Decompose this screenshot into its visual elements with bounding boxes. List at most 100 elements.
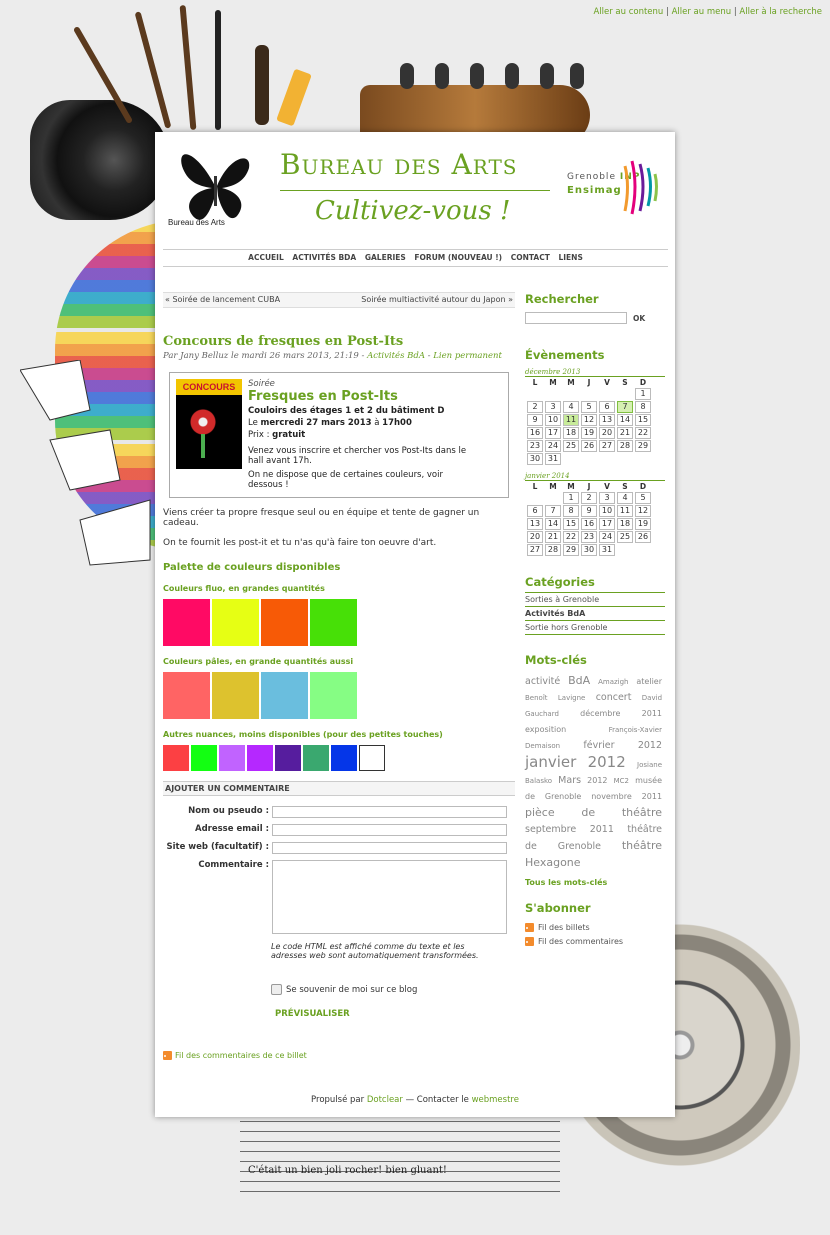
post-title[interactable]: Concours de fresques en Post-Its: [163, 334, 515, 349]
calendar-day[interactable]: 5: [635, 492, 651, 504]
calendar-day[interactable]: 9: [527, 414, 543, 426]
tag-link[interactable]: Amazigh: [598, 678, 628, 686]
post-category-link[interactable]: Activités BdA: [367, 351, 425, 361]
calendar-day[interactable]: 22: [563, 531, 579, 543]
calendar-day[interactable]: 27: [527, 544, 543, 556]
calendar-day[interactable]: 10: [599, 505, 615, 517]
calendar-day[interactable]: 14: [545, 518, 561, 530]
calendar-day[interactable]: 7: [545, 505, 561, 517]
calendar-day[interactable]: 5: [581, 401, 597, 413]
calendar-day[interactable]: 16: [581, 518, 597, 530]
permalink-link[interactable]: Lien permanent: [433, 351, 502, 361]
tag-link[interactable]: Lavigne: [558, 694, 585, 702]
calendar-day[interactable]: 12: [635, 505, 651, 517]
calendar-day[interactable]: 31: [545, 453, 561, 465]
calendar-day[interactable]: 30: [527, 453, 543, 465]
posts-feed-link[interactable]: Fil des billets: [538, 923, 590, 932]
tag-link[interactable]: Grenoble: [545, 792, 581, 801]
nav-item-accueil[interactable]: ACCUEIL: [248, 253, 284, 262]
tag-link[interactable]: février: [583, 740, 614, 751]
calendar-day[interactable]: 18: [617, 518, 633, 530]
calendar-day[interactable]: 20: [527, 531, 543, 543]
tag-link[interactable]: David: [642, 694, 662, 702]
calendar-day[interactable]: 23: [581, 531, 597, 543]
tag-link[interactable]: Josiane: [637, 761, 662, 769]
nav-item-liens[interactable]: LIENS: [558, 253, 582, 262]
calendar-day[interactable]: 26: [635, 531, 651, 543]
calendar-day[interactable]: 8: [635, 401, 651, 413]
nav-item-forum[interactable]: FORUM (NOUVEAU !): [414, 253, 502, 262]
next-post-link[interactable]: Soirée multiactivité autour du Japon »: [361, 293, 513, 307]
calendar-day[interactable]: 13: [527, 518, 543, 530]
calendar-day[interactable]: 13: [599, 414, 615, 426]
calendar-day[interactable]: 2: [581, 492, 597, 504]
tag-link[interactable]: théâtre: [622, 806, 662, 819]
tag-link[interactable]: de: [581, 806, 595, 819]
calendar-day[interactable]: 24: [599, 531, 615, 543]
category-link[interactable]: Sortie hors Grenoble: [525, 621, 665, 635]
calendar-day[interactable]: 19: [581, 427, 597, 439]
tag-link[interactable]: Demaison: [525, 742, 560, 750]
nav-item-activites[interactable]: ACTIVITÉS BDA: [292, 253, 356, 262]
preview-button[interactable]: PRÉVISUALISER: [275, 1009, 515, 1019]
calendar-day[interactable]: 20: [599, 427, 615, 439]
tag-link[interactable]: Grenoble: [558, 841, 601, 852]
post-comments-feed-link[interactable]: Fil des commentaires de ce billet: [175, 1051, 307, 1060]
calendar-day[interactable]: 24: [545, 440, 561, 452]
calendar-day[interactable]: 11: [563, 414, 579, 426]
calendar-day[interactable]: 4: [563, 401, 579, 413]
calendar-day[interactable]: 1: [563, 492, 579, 504]
tag-link[interactable]: activité: [525, 676, 560, 687]
tag-link[interactable]: septembre: [525, 824, 576, 835]
tag-link[interactable]: 2012: [587, 776, 607, 785]
calendar-day[interactable]: 3: [599, 492, 615, 504]
tag-link[interactable]: exposition: [525, 725, 566, 734]
calendar-day[interactable]: 25: [563, 440, 579, 452]
name-input[interactable]: [272, 806, 507, 818]
tag-link[interactable]: 2012: [588, 753, 626, 771]
tag-link[interactable]: de: [525, 841, 537, 852]
remember-me-label[interactable]: Se souvenir de moi sur ce blog: [286, 985, 417, 995]
calendar-day[interactable]: 21: [617, 427, 633, 439]
calendar-day[interactable]: 31: [599, 544, 615, 556]
tag-link[interactable]: musée: [635, 776, 662, 785]
calendar-day[interactable]: 10: [545, 414, 561, 426]
calendar-day[interactable]: 29: [563, 544, 579, 556]
calendar-day[interactable]: 9: [581, 505, 597, 517]
skip-to-search-link[interactable]: Aller à la recherche: [739, 7, 822, 17]
tag-link[interactable]: décembre: [580, 709, 620, 718]
calendar-day[interactable]: 22: [635, 427, 651, 439]
tag-link[interactable]: théâtre: [627, 824, 662, 835]
calendar-day[interactable]: 19: [635, 518, 651, 530]
calendar-day[interactable]: 29: [635, 440, 651, 452]
calendar-day[interactable]: 2: [527, 401, 543, 413]
tag-link[interactable]: atelier: [636, 677, 662, 686]
webmaster-link[interactable]: webmestre: [472, 1095, 519, 1105]
tag-link[interactable]: 2011: [642, 792, 662, 801]
tag-link[interactable]: Hexagone: [525, 856, 581, 869]
prev-post-link[interactable]: « Soirée de lancement CUBA: [165, 293, 280, 307]
calendar-day[interactable]: 15: [635, 414, 651, 426]
tag-link[interactable]: de: [525, 792, 535, 801]
calendar-day[interactable]: 28: [545, 544, 561, 556]
calendar-day[interactable]: 1: [635, 388, 651, 400]
calendar-day[interactable]: 30: [581, 544, 597, 556]
tag-link[interactable]: théâtre: [622, 839, 662, 852]
calendar-day[interactable]: 21: [545, 531, 561, 543]
tag-link[interactable]: Balasko: [525, 777, 552, 785]
calendar-day[interactable]: 27: [599, 440, 615, 452]
calendar-day[interactable]: 6: [599, 401, 615, 413]
calendar-day[interactable]: 17: [599, 518, 615, 530]
category-link-active[interactable]: Activités BdA: [525, 607, 665, 621]
calendar-day[interactable]: 17: [545, 427, 561, 439]
calendar-day[interactable]: 14: [617, 414, 633, 426]
search-button[interactable]: OK: [633, 314, 645, 323]
calendar-day[interactable]: 25: [617, 531, 633, 543]
skip-to-menu-link[interactable]: Aller au menu: [672, 7, 732, 17]
calendar-day[interactable]: 15: [563, 518, 579, 530]
calendar-day[interactable]: 16: [527, 427, 543, 439]
tag-link[interactable]: BdA: [568, 674, 590, 687]
email-input[interactable]: [272, 824, 507, 836]
site-title[interactable]: Bureau des Arts: [280, 148, 518, 181]
calendar-day[interactable]: 11: [617, 505, 633, 517]
